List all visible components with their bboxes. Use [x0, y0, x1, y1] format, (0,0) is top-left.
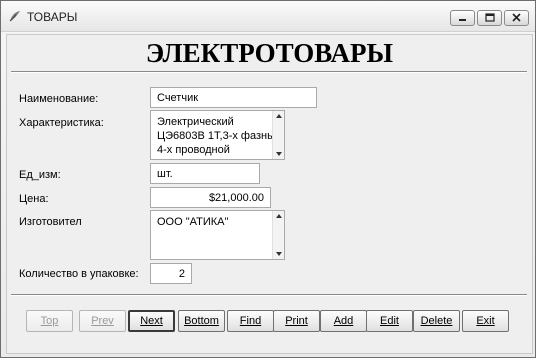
scroll-up-icon[interactable] — [276, 114, 282, 118]
edit-button[interactable]: Edit — [366, 310, 413, 332]
prev-button[interactable]: Prev — [79, 310, 126, 332]
exit-button[interactable]: Exit — [462, 310, 509, 332]
pack-qty-field[interactable]: 2 — [150, 263, 192, 284]
description-text: Электрический ЦЭ6803В 1Т,3-х фазный 4-х … — [157, 116, 282, 156]
products-window: ТОВАРЫ ЭЛЕКТРОТОВАРЫ Наименование: Счетч… — [0, 0, 536, 358]
top-button[interactable]: Top — [26, 310, 73, 332]
bottom-button[interactable]: Bottom — [178, 310, 225, 332]
title-bar[interactable]: ТОВАРЫ — [1, 1, 535, 32]
manufacturer-field[interactable]: ООО "АТИКА" — [150, 210, 285, 260]
name-label: Наименование: — [19, 93, 99, 105]
leaf-icon — [8, 9, 22, 23]
unit-label: Ед_изм: — [19, 169, 61, 181]
pack-qty-label: Количество в упаковке: — [19, 268, 139, 280]
manufacturer-text: ООО "АТИКА" — [157, 216, 229, 228]
unit-field[interactable]: шт. — [150, 163, 260, 184]
price-label: Цена: — [19, 193, 49, 205]
manufacturer-label: Изготовител — [19, 216, 82, 228]
buttons-divider — [11, 294, 527, 296]
maximize-icon — [485, 13, 495, 22]
description-label: Характеристика: — [19, 117, 104, 129]
find-button[interactable]: Find — [227, 310, 274, 332]
manufacturer-scrollbar[interactable] — [272, 211, 284, 259]
window-title: ТОВАРЫ — [27, 10, 78, 24]
minimize-icon — [459, 19, 466, 21]
price-field[interactable]: $21,000.00 — [150, 187, 271, 208]
scroll-up-icon[interactable] — [276, 214, 282, 218]
name-field[interactable]: Счетчик — [150, 87, 317, 108]
delete-button[interactable]: Delete — [413, 310, 460, 332]
maximize-button[interactable] — [477, 10, 502, 26]
minimize-button[interactable] — [450, 10, 475, 26]
description-scrollbar[interactable] — [272, 111, 284, 159]
scroll-down-icon[interactable] — [276, 252, 282, 256]
scroll-down-icon[interactable] — [276, 152, 282, 156]
close-icon — [512, 13, 521, 22]
print-button[interactable]: Print — [273, 310, 320, 332]
close-button[interactable] — [504, 10, 529, 26]
add-button[interactable]: Add — [320, 310, 367, 332]
description-field[interactable]: Электрический ЦЭ6803В 1Т,3-х фазный 4-х … — [150, 110, 285, 160]
next-button[interactable]: Next — [128, 310, 175, 332]
header-divider — [11, 71, 527, 73]
form-area: ЭЛЕКТРОТОВАРЫ Наименование: Счетчик Хара… — [6, 34, 533, 354]
form-header: ЭЛЕКТРОТОВАРЫ — [145, 38, 394, 68]
